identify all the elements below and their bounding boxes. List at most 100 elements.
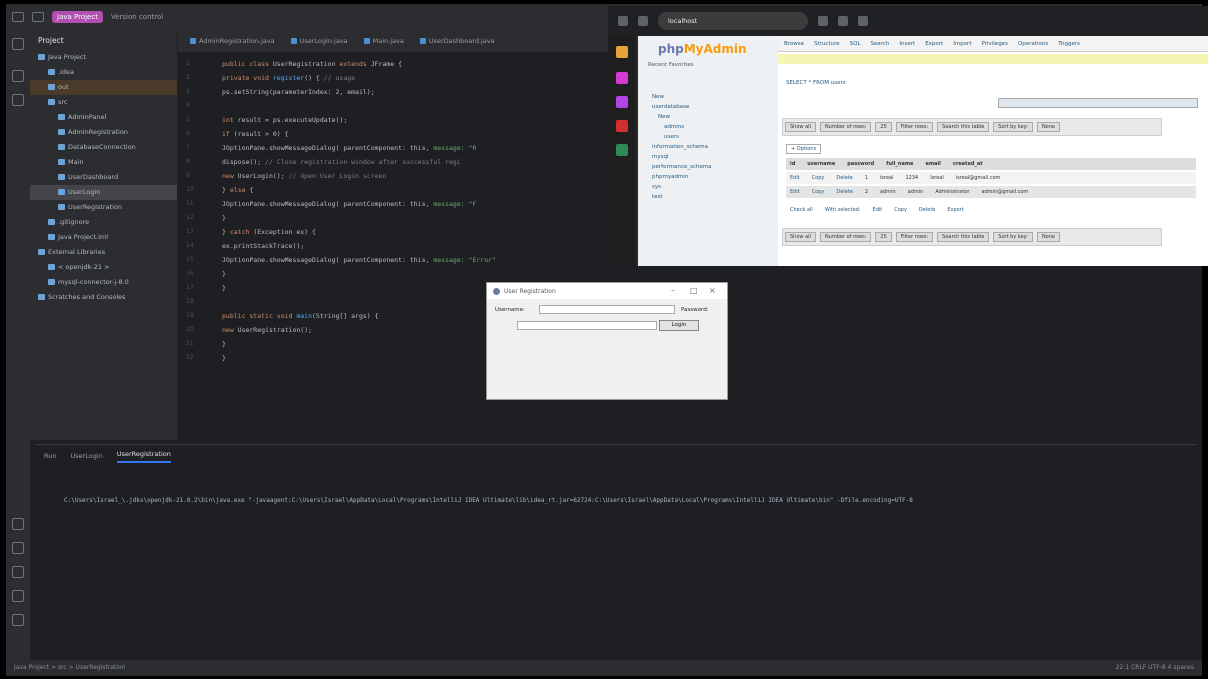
pma-tab[interactable]: Privileges [981, 41, 1007, 47]
app-icon[interactable] [616, 46, 628, 58]
pma-tab[interactable]: Operations [1018, 41, 1048, 47]
column-header[interactable]: created_at [953, 161, 983, 167]
structure-icon[interactable] [12, 70, 24, 82]
bulk-action[interactable]: With selected: [825, 207, 861, 213]
tree-item[interactable]: DatabaseConnection [30, 140, 177, 155]
pma-tab[interactable]: Export [925, 41, 943, 47]
tree-item[interactable]: Java Project.iml [30, 230, 177, 245]
services-icon[interactable] [12, 542, 24, 554]
app-icon[interactable] [616, 120, 628, 132]
bulk-action[interactable]: Export [947, 207, 963, 213]
main-menu-icon[interactable] [12, 12, 24, 22]
pagination-control[interactable]: 25 [875, 122, 892, 132]
column-header[interactable]: full_name [886, 161, 913, 167]
row-action[interactable]: Copy [812, 175, 825, 181]
vcs-menu[interactable]: Version control [111, 13, 163, 21]
pagination-control[interactable]: Filter rows: [895, 122, 934, 132]
row-action[interactable]: Delete [836, 189, 852, 195]
pagination-control[interactable]: Filter rows: [895, 232, 934, 242]
pma-tab[interactable]: Triggers [1058, 41, 1080, 47]
pma-tab[interactable]: Browse [784, 41, 804, 47]
database-item[interactable]: New [652, 112, 778, 122]
bulk-action[interactable]: Delete [919, 207, 935, 213]
database-item[interactable]: phpmyadmin [652, 172, 778, 182]
close-icon[interactable]: × [709, 286, 716, 295]
window-icon[interactable] [32, 12, 44, 22]
editor-tab[interactable]: UserDashboard.java [414, 37, 501, 45]
refresh-icon[interactable] [638, 16, 648, 26]
database-item[interactable]: users [652, 132, 778, 142]
project-icon[interactable] [12, 38, 24, 50]
problems-icon[interactable] [12, 590, 24, 602]
pagination-control[interactable]: None [1036, 232, 1060, 242]
app-icon[interactable] [616, 72, 628, 84]
tree-item[interactable]: Java Project [30, 50, 177, 65]
run-icon[interactable] [12, 518, 24, 530]
login-button[interactable]: Login [659, 320, 699, 331]
app-icon[interactable] [616, 96, 628, 108]
pagination-control[interactable]: Number of rows: [819, 122, 872, 132]
pma-tab[interactable]: Search [871, 41, 890, 47]
run-tab[interactable]: UserRegistration [116, 450, 171, 463]
database-item[interactable]: userdatabase [652, 102, 778, 112]
column-header[interactable]: id [790, 161, 795, 167]
editor-tab[interactable]: AdminRegistration.java [184, 37, 281, 45]
username-input[interactable] [539, 305, 675, 314]
tree-item[interactable]: .idea [30, 65, 177, 80]
terminal-icon[interactable] [12, 566, 24, 578]
tree-item[interactable]: < openjdk-21 > [30, 260, 177, 275]
column-header[interactable]: password [847, 161, 874, 167]
editor-tab[interactable]: UserLogin.java [285, 37, 354, 45]
tree-item[interactable]: UserDashboard [30, 170, 177, 185]
git-icon[interactable] [12, 614, 24, 626]
database-item[interactable]: New [652, 92, 778, 102]
breadcrumb[interactable]: Java Project > src > UserRegistration [14, 664, 125, 672]
password-input[interactable] [517, 321, 657, 330]
tree-item[interactable]: .gitignore [30, 215, 177, 230]
minimize-icon[interactable]: – [671, 286, 675, 295]
tree-item[interactable]: Main [30, 155, 177, 170]
more-icon[interactable] [12, 94, 24, 106]
pagination-control[interactable]: Show all [785, 232, 816, 242]
row-action[interactable]: Delete [836, 175, 852, 181]
extra-options[interactable]: + Options [786, 144, 822, 154]
app-icon[interactable] [616, 144, 628, 156]
column-header[interactable]: email [925, 161, 940, 167]
profile-icon[interactable] [858, 16, 868, 26]
extension-icon[interactable] [818, 16, 828, 26]
row-action[interactable]: Copy [812, 189, 825, 195]
pma-tab[interactable]: Import [953, 41, 971, 47]
run-tab[interactable]: Run [44, 452, 56, 460]
back-icon[interactable] [618, 16, 628, 26]
database-item[interactable]: sys [652, 182, 778, 192]
tree-item[interactable]: AdminRegistration [30, 125, 177, 140]
tree-item[interactable]: UserLogin [30, 185, 177, 200]
tree-item[interactable]: External Libraries [30, 245, 177, 260]
bulk-action[interactable]: Check all [790, 207, 813, 213]
pagination-control[interactable]: Sort by key: [993, 122, 1033, 132]
database-item[interactable]: performance_schema [652, 162, 778, 172]
recent-favorites[interactable]: Recent Favorites [638, 62, 778, 68]
database-item[interactable]: test [652, 192, 778, 202]
maximize-icon[interactable]: □ [690, 286, 698, 295]
pagination-control[interactable]: Show all [785, 122, 816, 132]
tree-item[interactable]: src [30, 95, 177, 110]
database-item[interactable]: mysql [652, 152, 778, 162]
bulk-action[interactable]: Copy [894, 207, 907, 213]
pma-tab[interactable]: Structure [814, 41, 840, 47]
favorites-icon[interactable] [838, 16, 848, 26]
pma-tab[interactable]: SQL [850, 41, 861, 47]
pagination-control[interactable]: Number of rows: [819, 232, 872, 242]
editor-tab[interactable]: Main.java [358, 37, 410, 45]
pagination-control[interactable]: Sort by key: [993, 232, 1033, 242]
column-header[interactable]: username [807, 161, 835, 167]
database-item[interactable]: admins [652, 122, 778, 132]
tree-item[interactable]: UserRegistration [30, 200, 177, 215]
run-tab[interactable]: UserLogin [70, 452, 102, 460]
pma-tab[interactable]: Insert [899, 41, 915, 47]
tree-item[interactable]: mysql-connector-j-8.0 [30, 275, 177, 290]
address-bar[interactable]: localhost [658, 12, 808, 30]
tree-item[interactable]: out [30, 80, 177, 95]
pagination-control[interactable]: 25 [875, 232, 892, 242]
tree-item[interactable]: Scratches and Consoles [30, 290, 177, 305]
